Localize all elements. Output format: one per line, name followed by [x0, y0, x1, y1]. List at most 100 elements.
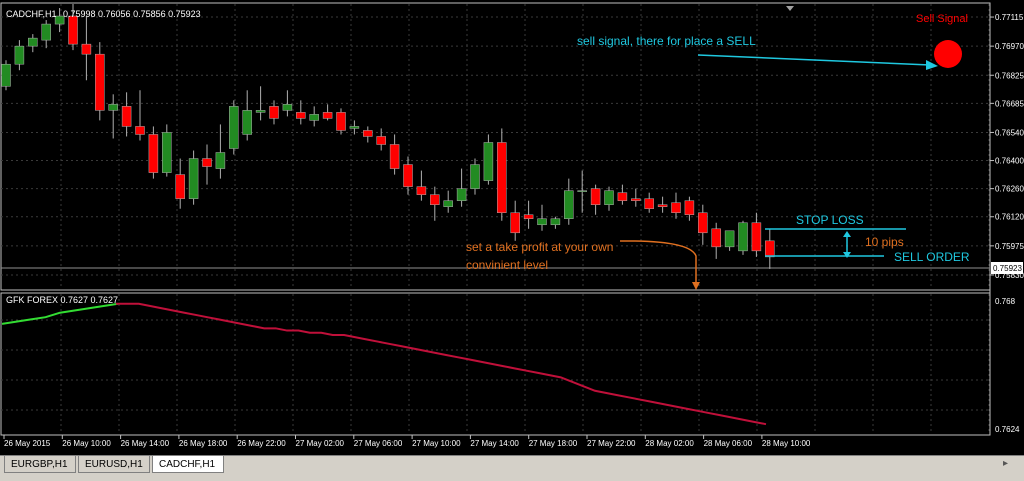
sell-signal-label: Sell Signal [916, 13, 968, 25]
take-profit-arrow [619, 240, 697, 284]
candle-body [41, 23, 51, 41]
time-label: 26 May 10:00 [62, 439, 111, 448]
candle-body [430, 194, 440, 205]
candle-body [550, 218, 561, 226]
time-label: 28 May 06:00 [704, 439, 753, 448]
candle-body [657, 204, 668, 207]
price-label: 0.76120 [995, 213, 1024, 222]
sell-signal-dot [934, 40, 962, 68]
sell-note-arrow [697, 54, 931, 66]
time-label: 28 May 02:00 [645, 439, 694, 448]
candle-body [148, 134, 159, 173]
candle-body [202, 158, 212, 167]
candle-body [363, 130, 373, 137]
candle-body [684, 200, 695, 215]
chart-window[interactable]: CADCHF,H1 0.75998 0.76056 0.75856 0.7592… [0, 0, 1024, 455]
time-label: 27 May 22:00 [587, 439, 636, 448]
candle-body [751, 222, 762, 252]
current-price-label: 0.75923 [993, 264, 1022, 273]
candle-body [443, 200, 453, 207]
tab-eurusd[interactable]: EURUSD,H1 [78, 456, 150, 473]
candle-body [724, 230, 735, 248]
candle-body [470, 164, 480, 189]
candle-body [309, 114, 319, 121]
candle-body [188, 158, 199, 199]
tab-cadchf[interactable]: CADCHF,H1 [152, 456, 224, 473]
candle-body [28, 37, 38, 47]
candle-body [483, 142, 494, 181]
candle-body [282, 104, 293, 111]
indicator-price-label-top: 0.768 [995, 297, 1016, 306]
candle-body [229, 106, 239, 149]
candle-body [389, 144, 400, 169]
candle-body [738, 222, 748, 252]
candle-body [135, 126, 145, 135]
price-label: 0.77115 [995, 13, 1024, 22]
candle-body [631, 198, 641, 201]
pips-arrowhead-down [843, 252, 851, 258]
candle-body [215, 152, 226, 169]
take-profit-text-1: set a take profit at your own [466, 240, 613, 254]
time-label: 27 May 14:00 [470, 439, 519, 448]
price-label: 0.76970 [995, 42, 1024, 51]
candle-body [510, 212, 520, 234]
chart-shift-marker[interactable] [786, 6, 794, 11]
candle-body [269, 106, 279, 119]
sell-order-label: SELL ORDER [894, 250, 970, 264]
candle-body [242, 110, 252, 135]
candle-body [296, 112, 306, 119]
take-profit-text-2: convinient level [466, 258, 548, 272]
candle-body [322, 112, 333, 119]
candle-body [108, 104, 118, 111]
pips-label: 10 pips [865, 235, 904, 249]
candle-body [617, 192, 628, 201]
chart-symbol-header: CADCHF,H1 [6, 9, 57, 19]
time-label: 27 May 02:00 [296, 439, 345, 448]
candle-body [497, 142, 507, 213]
candle-body [255, 110, 266, 113]
candle-body [336, 112, 346, 131]
time-label: 26 May 2015 [4, 439, 51, 448]
candle-body [564, 190, 574, 220]
price-label: 0.75975 [995, 242, 1024, 251]
time-label: 26 May 18:00 [179, 439, 228, 448]
chart-ohlc-header: 0.75998 0.76056 0.75856 0.75923 [63, 9, 201, 19]
candle-body [121, 106, 132, 127]
candle-body [671, 202, 681, 213]
candle-body [523, 214, 534, 220]
candle-body [68, 15, 78, 45]
sell-note-text: sell signal, there for place a SELL [577, 34, 756, 48]
price-axis: 0.77115 0.76970 0.76825 0.76685 0.76540 0.764… [990, 13, 1024, 280]
price-label: 0.76540 [995, 128, 1024, 137]
candle-body [175, 174, 185, 199]
indicator-red-line [116, 302, 767, 426]
time-label: 27 May 18:00 [529, 439, 578, 448]
chart-canvas[interactable]: CADCHF,H1 0.75998 0.76056 0.75856 0.7592… [0, 0, 1024, 455]
time-label: 26 May 14:00 [121, 439, 170, 448]
candle-body [590, 188, 601, 205]
indicator-green-line [1, 302, 119, 325]
candle-body [711, 228, 721, 248]
price-label: 0.76685 [995, 99, 1024, 108]
time-axis: 26 May 2015 26 May 10:00 26 May 14:00 26 Ma… [3, 435, 811, 448]
candle-body [162, 132, 172, 173]
pips-arrowhead-up [843, 231, 851, 237]
stop-loss-label: STOP LOSS [796, 213, 864, 227]
indicator-header: GFK FOREX 0.7627 0.7627 [6, 295, 118, 305]
candle-body [14, 45, 25, 65]
candle-body [644, 198, 654, 209]
time-label: 26 May 22:00 [237, 439, 286, 448]
time-label: 28 May 10:00 [762, 439, 811, 448]
candle-body [349, 126, 360, 129]
price-label: 0.76400 [995, 157, 1024, 166]
candle-body [765, 240, 775, 258]
candle-body [376, 136, 386, 145]
candle-body [81, 43, 92, 55]
candle-body [456, 188, 467, 201]
candle-body [604, 190, 614, 205]
indicator-price-label-bottom: 0.7624 [995, 425, 1020, 434]
price-label: 0.76260 [995, 185, 1024, 194]
tab-scroll-arrow-icon[interactable]: ▸ [1003, 458, 1008, 469]
candle-body [577, 190, 587, 192]
tab-eurgbp[interactable]: EURGBP,H1 [4, 456, 76, 473]
